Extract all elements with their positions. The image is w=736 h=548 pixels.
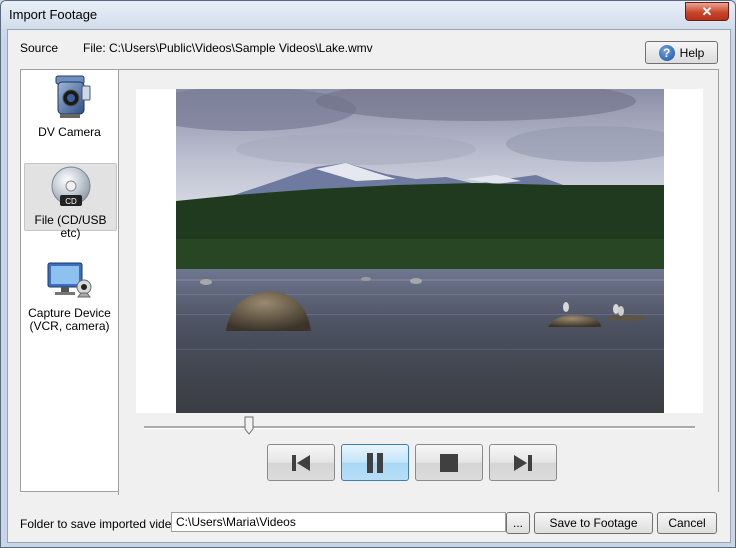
lake bbox=[176, 269, 664, 413]
seek-slider-track[interactable] bbox=[144, 426, 695, 429]
cancel-button[interactable]: Cancel bbox=[657, 512, 717, 534]
close-button[interactable]: ✕ bbox=[685, 2, 729, 21]
source-file-path: File: C:\Users\Public\Videos\Sample Vide… bbox=[83, 41, 373, 55]
video-frame bbox=[136, 89, 703, 413]
folder-path-input[interactable]: C:\Users\Maria\Videos bbox=[171, 512, 506, 532]
source-item-dv-camera[interactable]: DV Camera bbox=[24, 72, 115, 142]
cd-badge-text: CD bbox=[65, 197, 77, 206]
folder-label: Folder to save imported video bbox=[20, 517, 179, 531]
save-to-footage-button[interactable]: Save to Footage bbox=[534, 512, 653, 534]
seek-slider-thumb[interactable] bbox=[244, 416, 254, 435]
title-bar[interactable]: Import Footage ✕ bbox=[1, 1, 735, 29]
stop-button[interactable] bbox=[415, 444, 483, 481]
preview-area bbox=[118, 70, 718, 495]
source-label: Source bbox=[20, 41, 59, 55]
source-item-label: File (CD/USB etc) bbox=[34, 213, 107, 240]
pause-button[interactable] bbox=[341, 444, 409, 481]
stop-icon bbox=[440, 453, 458, 472]
source-item-label: DV Camera bbox=[38, 125, 101, 139]
help-button-label: Help bbox=[679, 45, 705, 60]
window-title: Import Footage bbox=[9, 7, 98, 22]
source-item-file[interactable]: CD File (CD/USB etc) bbox=[24, 163, 117, 240]
source-sidebar: DV Camera CD File (CD/USB etc) Capture D… bbox=[21, 70, 118, 491]
import-footage-window: Import Footage ✕ Source File: C:\Users\P… bbox=[0, 0, 736, 548]
skip-forward-icon bbox=[514, 454, 532, 471]
skip-back-button[interactable] bbox=[267, 444, 335, 481]
webcam-monitor-icon bbox=[47, 262, 91, 298]
video-preview[interactable] bbox=[176, 89, 664, 413]
close-icon: ✕ bbox=[701, 3, 713, 19]
skip-forward-button[interactable] bbox=[489, 444, 557, 481]
source-item-capture-device[interactable]: Capture Device (VCR, camera) bbox=[24, 257, 115, 337]
skip-back-icon bbox=[292, 454, 310, 471]
browse-button[interactable]: ... bbox=[506, 512, 530, 534]
help-icon: ? bbox=[658, 44, 675, 61]
cd-disc-icon: CD bbox=[51, 166, 90, 206]
pause-icon bbox=[367, 452, 383, 473]
dialog-client-area: Source File: C:\Users\Public\Videos\Samp… bbox=[7, 29, 731, 543]
source-item-label-line2: (VCR, camera) bbox=[29, 319, 110, 333]
import-panel: DV Camera CD File (CD/USB etc) Capture D… bbox=[20, 69, 719, 495]
help-button[interactable]: ? Help bbox=[645, 41, 718, 64]
dv-camera-icon bbox=[55, 75, 90, 118]
